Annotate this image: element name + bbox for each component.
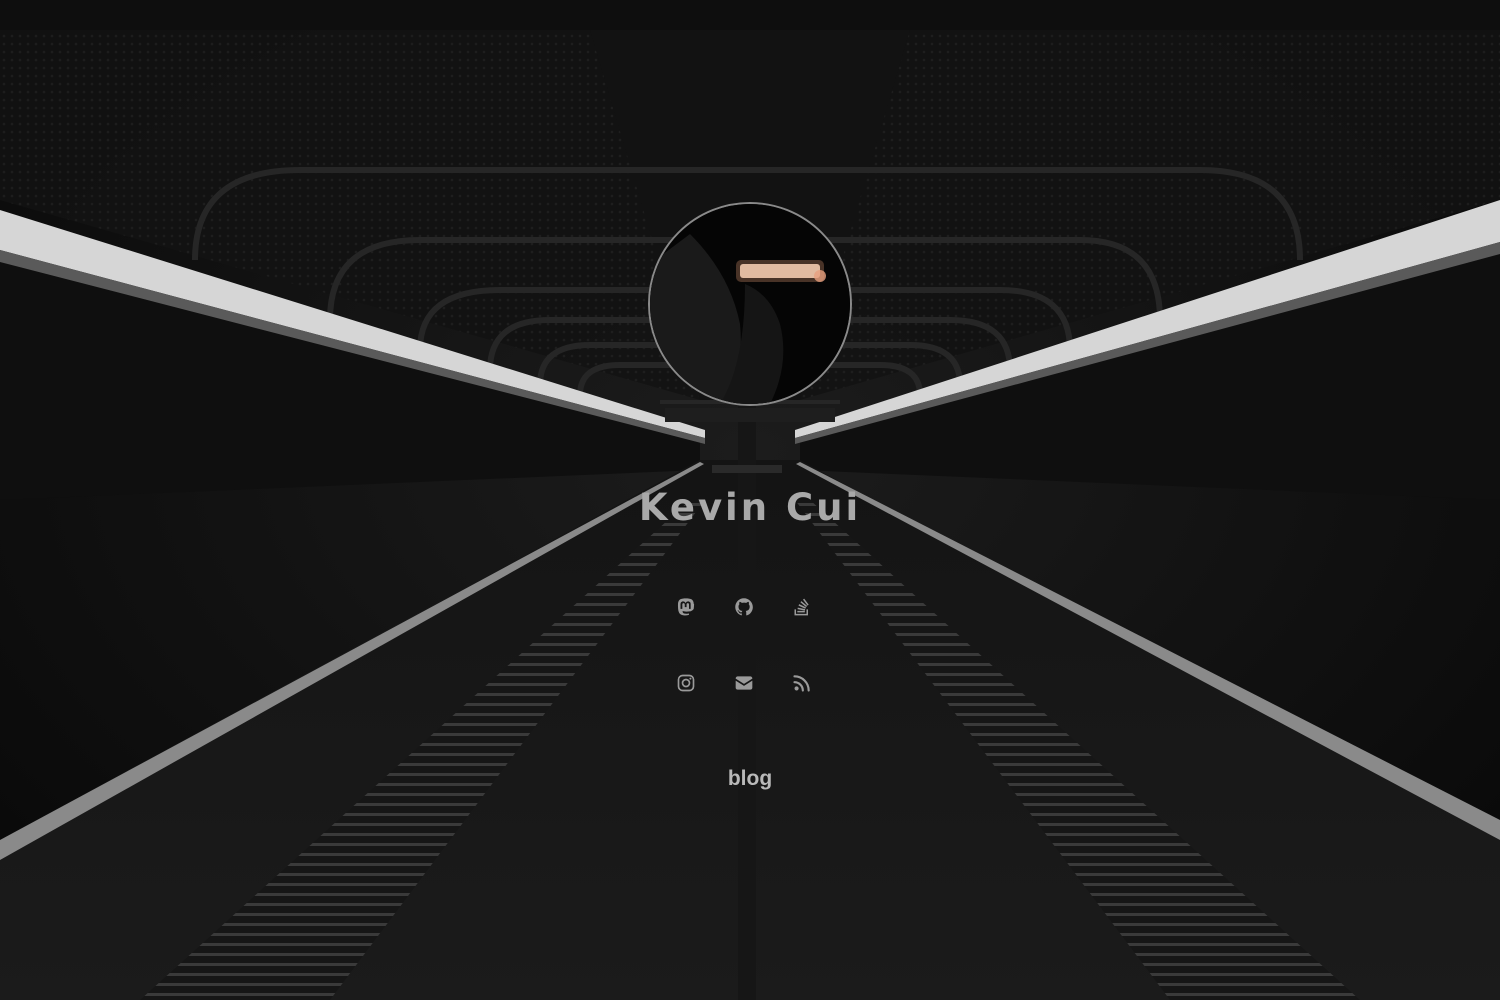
profile-name: Kevin Cui: [638, 486, 862, 529]
page-background: Kevin Cui blog: [0, 0, 1500, 1000]
github-icon: [735, 598, 753, 616]
mastodon-link[interactable]: [669, 590, 703, 624]
mastodon-icon: [677, 598, 695, 616]
rss-link[interactable]: [785, 666, 819, 700]
blog-link-container: blog: [0, 767, 1500, 791]
profile-avatar[interactable]: [648, 202, 852, 406]
blog-link[interactable]: blog: [728, 767, 772, 790]
stackoverflow-icon: [794, 598, 809, 616]
email-link[interactable]: [727, 666, 761, 700]
avatar-image: [650, 204, 850, 404]
rss-icon: [793, 675, 810, 692]
instagram-link[interactable]: [669, 666, 703, 700]
stackoverflow-link[interactable]: [785, 590, 819, 624]
instagram-icon: [677, 674, 695, 692]
email-icon: [735, 676, 753, 690]
github-link[interactable]: [727, 590, 761, 624]
